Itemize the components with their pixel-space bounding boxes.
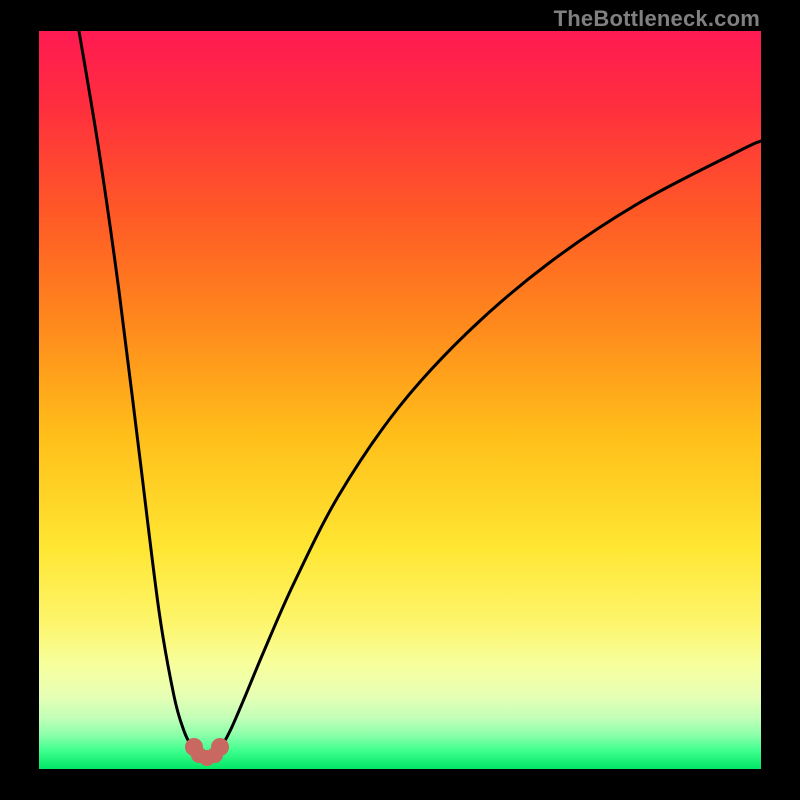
minimum-markers (185, 738, 229, 766)
curve-left-branch (79, 31, 197, 750)
plot-area (39, 31, 761, 769)
marker-min-bottom-r (207, 747, 223, 763)
watermark-text: TheBottleneck.com (554, 6, 760, 32)
curve-layer (39, 31, 761, 769)
curve-right-branch (217, 141, 761, 750)
chart-frame: TheBottleneck.com (0, 0, 800, 800)
